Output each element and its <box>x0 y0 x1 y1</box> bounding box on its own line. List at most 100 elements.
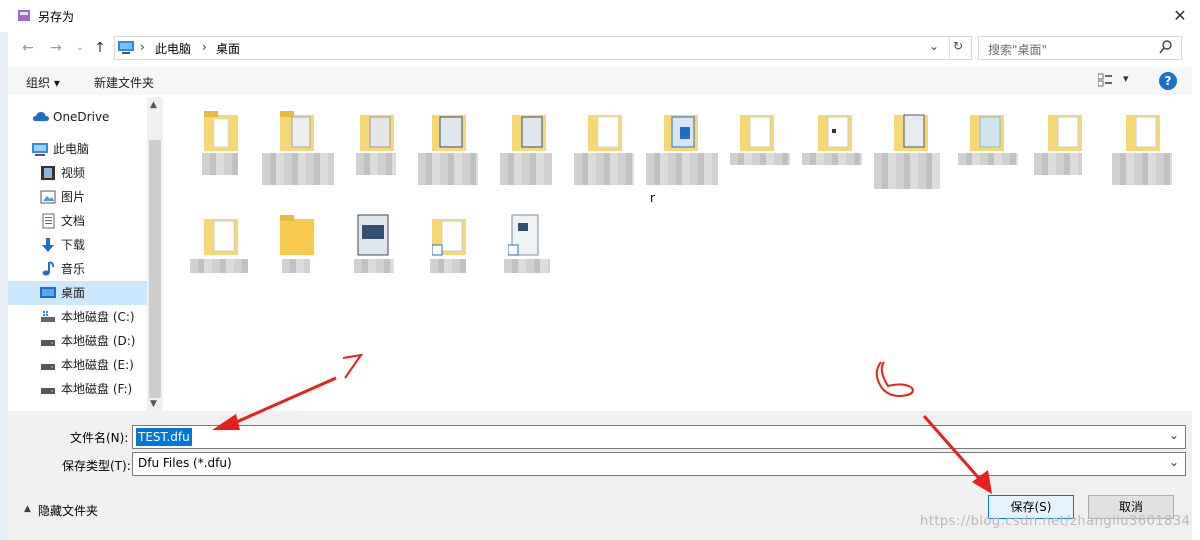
back-button[interactable]: ← <box>18 38 38 58</box>
forward-button[interactable]: → <box>46 38 66 58</box>
nav-item-documents[interactable]: 文档 <box>8 209 147 233</box>
filename-label: 文件名(N): <box>70 431 129 445</box>
nav-item-videos[interactable]: 视频 <box>8 161 147 185</box>
hide-folders-button[interactable]: 隐藏文件夹 <box>38 502 98 519</box>
filetype-value: Dfu Files (*.dfu) <box>138 456 232 470</box>
breadcrumb-desktop[interactable]: 桌面 <box>216 40 240 57</box>
nav-item-music[interactable]: 音乐 <box>8 257 147 281</box>
filename-value: TEST.dfu <box>136 428 192 446</box>
drive-icon <box>40 357 56 373</box>
drive-icon <box>40 333 56 349</box>
folder-icon[interactable] <box>588 109 622 153</box>
folder-icon[interactable] <box>280 109 314 153</box>
file-name-blurred <box>646 153 718 185</box>
organize-button[interactable]: 组织 ▾ <box>26 74 60 91</box>
recent-locations-icon[interactable]: ⌄ <box>70 38 90 58</box>
file-name-blurred <box>202 153 238 175</box>
refresh-icon[interactable]: ↻ <box>953 39 963 53</box>
breadcrumb-separator: › <box>140 40 145 54</box>
search-icon <box>1159 39 1173 58</box>
divider <box>949 36 950 58</box>
folder-icon[interactable] <box>431 213 466 257</box>
file-name-blurred <box>1112 153 1172 185</box>
nav-item-downloads[interactable]: 下载 <box>8 233 147 257</box>
app-icon <box>17 8 31 22</box>
nav-item-drive-f[interactable]: 本地磁盘 (F:) <box>8 377 147 401</box>
file-name-blurred <box>1034 153 1082 175</box>
folder-icon[interactable] <box>1126 109 1160 153</box>
folder-icon[interactable] <box>512 109 546 153</box>
file-name-blurred <box>874 153 940 189</box>
file-name-blurred <box>282 259 310 273</box>
stray-text: r <box>650 191 655 205</box>
view-options-icon[interactable] <box>1097 73 1112 87</box>
nav-item-this-pc[interactable]: 此电脑 <box>8 137 147 161</box>
collapse-icon[interactable]: ▲ <box>24 504 31 514</box>
document-icon <box>40 213 56 229</box>
folder-icon[interactable] <box>970 109 1004 153</box>
shortcut-icon[interactable] <box>507 213 542 257</box>
picture-icon <box>40 189 56 205</box>
cloud-icon <box>32 109 49 125</box>
folder-icon[interactable] <box>1048 109 1082 153</box>
view-dropdown-icon[interactable]: ▾ <box>1123 72 1129 85</box>
chevron-down-icon[interactable]: ⌄ <box>1169 428 1179 442</box>
filetype-select[interactable]: Dfu Files (*.dfu) ⌄ <box>132 452 1186 476</box>
file-name-blurred <box>356 153 396 175</box>
folder-icon[interactable] <box>360 109 394 153</box>
folder-icon[interactable] <box>894 109 928 153</box>
address-bar[interactable]: › 此电脑 › 桌面 ⌄ ↻ <box>114 36 972 60</box>
window-title: 另存为 <box>38 10 75 24</box>
filetype-label: 保存类型(T): <box>62 459 131 473</box>
search-input[interactable]: 搜索"桌面" <box>978 36 1182 60</box>
folder-icon[interactable] <box>204 213 238 257</box>
breadcrumb-separator: › <box>202 40 207 54</box>
download-icon <box>40 237 56 253</box>
scroll-down-icon[interactable]: ▼ <box>150 399 157 409</box>
search-placeholder: 搜索"桌面" <box>988 43 1048 57</box>
file-name-blurred <box>500 153 552 185</box>
file-name-blurred <box>730 153 790 165</box>
nav-item-drive-e[interactable]: 本地磁盘 (E:) <box>8 353 147 377</box>
chevron-down-icon[interactable]: ⌄ <box>929 39 939 53</box>
nav-item-desktop[interactable]: 桌面 <box>8 281 147 305</box>
help-button[interactable]: ? <box>1159 72 1177 90</box>
nav-scrollbar-thumb[interactable] <box>149 140 161 398</box>
up-button[interactable]: ↑ <box>90 38 110 58</box>
breadcrumb-this-pc[interactable]: 此电脑 <box>155 40 191 57</box>
file-list[interactable]: r <box>164 97 1192 411</box>
watermark-text: https://blog.csdn.net/zhangliu3601834 <box>920 514 1191 529</box>
file-name-blurred <box>430 259 466 273</box>
nav-item-drive-d[interactable]: 本地磁盘 (D:) <box>8 329 147 353</box>
folder-icon[interactable] <box>204 109 238 153</box>
file-name-blurred <box>354 259 394 273</box>
file-name-blurred <box>802 153 862 165</box>
new-folder-button[interactable]: 新建文件夹 <box>94 74 154 91</box>
folder-icon[interactable] <box>432 109 466 153</box>
command-bar <box>8 67 1192 95</box>
drive-icon <box>40 381 56 397</box>
file-icon[interactable] <box>356 213 390 257</box>
chevron-down-icon[interactable]: ⌄ <box>1169 455 1179 469</box>
filename-field[interactable]: TEST.dfu ⌄ <box>132 425 1186 449</box>
folder-icon[interactable] <box>280 213 314 257</box>
nav-item-onedrive[interactable]: OneDrive <box>8 105 147 129</box>
file-name-blurred <box>958 153 1018 165</box>
folder-icon[interactable] <box>818 109 852 153</box>
music-icon <box>40 261 56 277</box>
close-button[interactable]: ✕ <box>1168 4 1192 28</box>
file-name-blurred <box>190 259 248 273</box>
background-window-edge <box>0 32 8 540</box>
desktop-icon <box>40 285 56 301</box>
scroll-up-icon[interactable]: ▲ <box>150 100 157 110</box>
folder-icon[interactable] <box>664 109 698 153</box>
file-name-blurred <box>262 153 334 185</box>
file-name-blurred <box>574 153 634 185</box>
folder-icon[interactable] <box>740 109 774 153</box>
drive-icon <box>40 309 56 325</box>
nav-item-pictures[interactable]: 图片 <box>8 185 147 209</box>
file-name-blurred <box>504 259 550 273</box>
file-name-blurred <box>418 153 478 185</box>
title-bar <box>0 0 1200 32</box>
nav-item-drive-c[interactable]: 本地磁盘 (C:) <box>8 305 147 329</box>
